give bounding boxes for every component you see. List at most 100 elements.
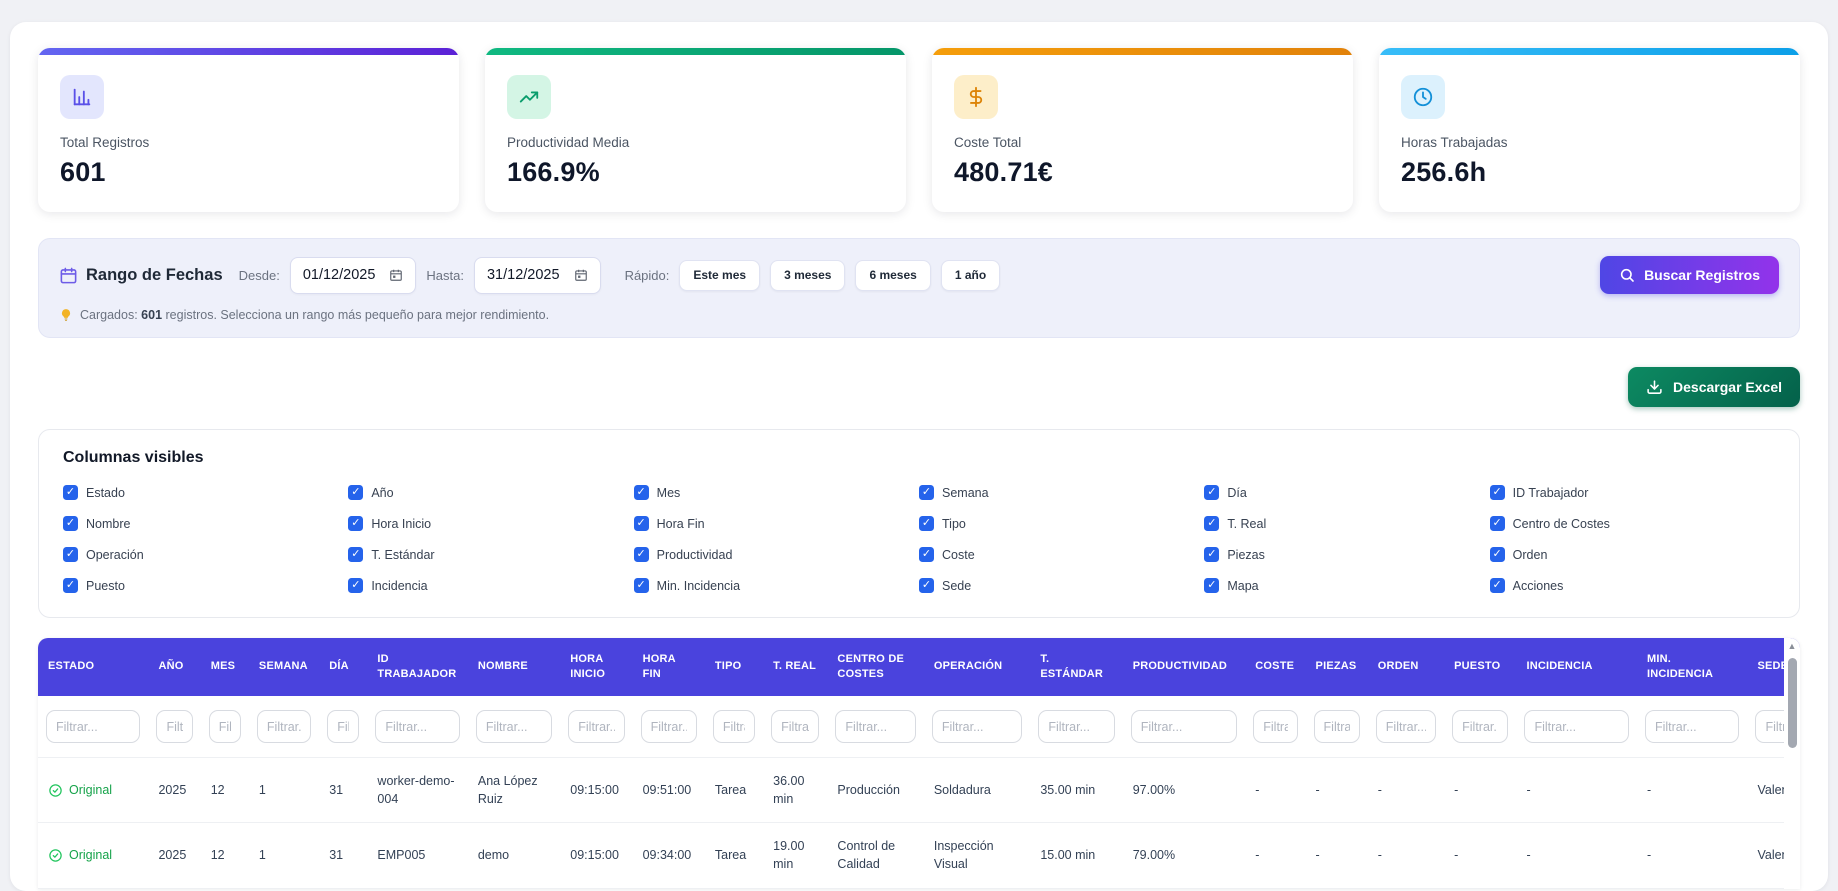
checkbox-checked-icon[interactable]: ✓	[1489, 547, 1505, 562]
column-toggle-tipo[interactable]: ✓ Tipo	[919, 516, 1204, 531]
column-header-centro-de-costes[interactable]: CENTRO DE COSTES	[827, 638, 924, 696]
checkbox-checked-icon[interactable]: ✓	[348, 578, 364, 593]
column-toggle-semana[interactable]: ✓ Semana	[919, 485, 1204, 500]
checkbox-checked-icon[interactable]: ✓	[1204, 485, 1220, 500]
column-header-día[interactable]: DÍA	[319, 638, 368, 696]
column-toggle-t-real[interactable]: ✓ T. Real	[1204, 516, 1489, 531]
date-picker-icon[interactable]	[389, 268, 403, 282]
column-header-piezas[interactable]: PIEZAS	[1305, 638, 1368, 696]
column-filter-input-estado[interactable]	[46, 710, 141, 743]
column-toggle-incidencia[interactable]: ✓ Incidencia	[348, 578, 633, 593]
column-toggle-min-incidencia[interactable]: ✓ Min. Incidencia	[633, 578, 919, 593]
column-filter-input-coste[interactable]	[1253, 710, 1298, 743]
checkbox-checked-icon[interactable]: ✓	[919, 516, 934, 531]
table-row[interactable]: Original 2025 12 1 31 EMP005 demo 09:15:00 09:34…	[38, 822, 1800, 889]
checkbox-checked-icon[interactable]: ✓	[348, 547, 364, 562]
column-toggle-productividad[interactable]: ✓ Productividad	[633, 547, 919, 562]
checkbox-checked-icon[interactable]: ✓	[919, 547, 934, 562]
column-toggle-piezas[interactable]: ✓ Piezas	[1204, 547, 1489, 562]
column-header-t-estándar[interactable]: T. ESTÁNDAR	[1030, 638, 1123, 696]
column-header-coste[interactable]: COSTE	[1245, 638, 1306, 696]
column-toggle-coste[interactable]: ✓ Coste	[919, 547, 1204, 562]
column-header-nombre[interactable]: NOMBRE	[467, 638, 561, 696]
checkbox-checked-icon[interactable]: ✓	[63, 578, 78, 593]
date-picker-icon[interactable]	[574, 268, 588, 282]
column-header-tipo[interactable]: TIPO	[704, 638, 764, 696]
column-header-hora-inicio[interactable]: HORA INICIO	[560, 638, 633, 696]
column-toggle-hora-inicio[interactable]: ✓ Hora Inicio	[348, 516, 633, 531]
column-toggle-operaci-n[interactable]: ✓ Operación	[63, 547, 348, 562]
column-filter-input-hora-fin[interactable]	[640, 710, 697, 743]
column-toggle-d-a[interactable]: ✓ Día	[1204, 485, 1489, 500]
search-records-button[interactable]: Buscar Registros	[1600, 256, 1779, 294]
column-toggle-estado[interactable]: ✓ Estado	[63, 485, 348, 500]
scrollbar-thumb[interactable]	[1787, 658, 1797, 748]
table-row[interactable]: Original 2025 12 1 31 worker-demo-004 Ana Lópe…	[38, 757, 1800, 824]
column-header-productividad[interactable]: PRODUCTIVIDAD	[1122, 638, 1246, 696]
column-toggle-sede[interactable]: ✓ Sede	[919, 578, 1204, 593]
column-header-min-incidencia[interactable]: MIN. INCIDENCIA	[1636, 638, 1748, 696]
checkbox-checked-icon[interactable]: ✓	[1489, 516, 1505, 531]
checkbox-checked-icon[interactable]: ✓	[63, 516, 78, 531]
column-filter-input-mes[interactable]	[208, 710, 241, 743]
column-filter-input-id-trabajador[interactable]	[375, 710, 460, 743]
column-filter-input-t-real[interactable]	[771, 710, 820, 743]
column-header-mes[interactable]: MES	[200, 638, 249, 696]
column-header-semana[interactable]: SEMANA	[248, 638, 320, 696]
column-header-t-real[interactable]: T. REAL	[763, 638, 828, 696]
column-filter-input-tipo[interactable]	[712, 710, 756, 743]
checkbox-checked-icon[interactable]: ✓	[1489, 578, 1505, 593]
column-filter-input-incidencia[interactable]	[1524, 710, 1629, 743]
column-filter-input-día[interactable]	[327, 710, 360, 743]
checkbox-checked-icon[interactable]: ✓	[1204, 516, 1220, 531]
column-filter-input-piezas[interactable]	[1313, 710, 1360, 743]
column-header-puesto[interactable]: PUESTO	[1444, 638, 1517, 696]
date-from-input[interactable]: 01/12/2025	[289, 256, 417, 294]
column-header-orden[interactable]: ORDEN	[1367, 638, 1445, 696]
column-filter-input-puesto[interactable]	[1452, 710, 1509, 743]
column-filter-input-semana[interactable]	[256, 710, 312, 743]
column-toggle-puesto[interactable]: ✓ Puesto	[63, 578, 348, 593]
column-filter-input-productividad[interactable]	[1130, 710, 1238, 743]
column-filter-input-min-incidencia[interactable]	[1644, 710, 1740, 743]
column-toggle-mes[interactable]: ✓ Mes	[633, 485, 919, 500]
column-header-estado[interactable]: ESTADO	[38, 638, 149, 696]
scrollbar-up-arrow-icon[interactable]: ▲	[1788, 642, 1797, 651]
quick-option-button[interactable]: Este mes	[679, 259, 761, 291]
column-filter-input-operación[interactable]	[931, 710, 1023, 743]
checkbox-checked-icon[interactable]: ✓	[633, 485, 649, 500]
column-filter-input-t-estándar[interactable]	[1038, 710, 1115, 743]
checkbox-checked-icon[interactable]: ✓	[348, 485, 364, 500]
column-toggle-hora-fin[interactable]: ✓ Hora Fin	[633, 516, 919, 531]
column-toggle-acciones[interactable]: ✓ Acciones	[1489, 578, 1775, 593]
download-excel-button[interactable]: Descargar Excel	[1628, 367, 1800, 407]
checkbox-checked-icon[interactable]: ✓	[63, 485, 78, 500]
checkbox-checked-icon[interactable]: ✓	[919, 485, 934, 500]
column-filter-input-orden[interactable]	[1375, 710, 1437, 743]
date-to-input[interactable]: 31/12/2025	[473, 256, 601, 294]
quick-option-button[interactable]: 1 año	[940, 259, 1001, 291]
column-toggle-a-o[interactable]: ✓ Año	[348, 485, 633, 500]
checkbox-checked-icon[interactable]: ✓	[1204, 578, 1220, 593]
column-header-hora-fin[interactable]: HORA FIN	[632, 638, 705, 696]
column-toggle-nombre[interactable]: ✓ Nombre	[63, 516, 348, 531]
column-filter-input-hora-inicio[interactable]	[568, 710, 625, 743]
column-filter-input-centro-de-costes[interactable]	[835, 710, 916, 743]
checkbox-checked-icon[interactable]: ✓	[1489, 485, 1505, 500]
column-toggle-mapa[interactable]: ✓ Mapa	[1204, 578, 1489, 593]
checkbox-checked-icon[interactable]: ✓	[633, 578, 649, 593]
column-filter-input-año[interactable]	[156, 710, 193, 743]
checkbox-checked-icon[interactable]: ✓	[633, 547, 649, 562]
checkbox-checked-icon[interactable]: ✓	[1204, 547, 1220, 562]
checkbox-checked-icon[interactable]: ✓	[63, 547, 78, 562]
column-toggle-id-trabajador[interactable]: ✓ ID Trabajador	[1489, 485, 1775, 500]
quick-option-button[interactable]: 6 meses	[855, 259, 931, 291]
column-filter-input-nombre[interactable]	[475, 710, 553, 743]
column-toggle-orden[interactable]: ✓ Orden	[1489, 547, 1775, 562]
checkbox-checked-icon[interactable]: ✓	[919, 578, 934, 593]
checkbox-checked-icon[interactable]: ✓	[633, 516, 649, 531]
column-toggle-t-est-ndar[interactable]: ✓ T. Estándar	[348, 547, 633, 562]
checkbox-checked-icon[interactable]: ✓	[348, 516, 364, 531]
quick-option-button[interactable]: 3 meses	[770, 259, 846, 291]
column-header-operación[interactable]: OPERACIÓN	[923, 638, 1031, 696]
